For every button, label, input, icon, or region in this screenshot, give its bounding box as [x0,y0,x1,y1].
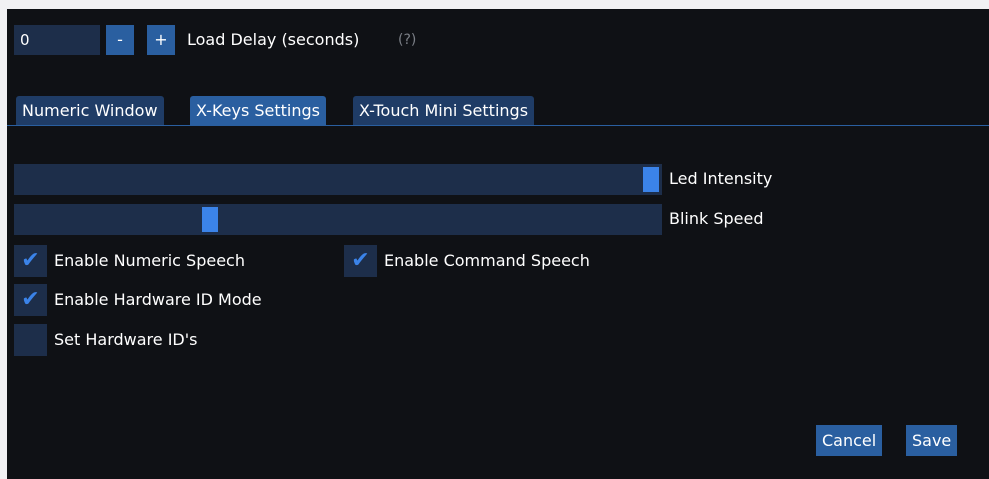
load-delay-increment-button[interactable]: + [147,25,175,55]
load-delay-input[interactable]: 0 [14,25,100,55]
tab-bar-underline [7,125,989,126]
enable-numeric-speech-checkbox[interactable]: ✔ [14,245,47,277]
tab-x-keys-settings[interactable]: X-Keys Settings [190,96,326,125]
set-hardware-ids-checkbox[interactable] [14,324,47,356]
set-hardware-ids-label: Set Hardware ID's [54,330,198,349]
enable-command-speech-label: Enable Command Speech [384,251,590,270]
led-intensity-slider[interactable] [14,164,662,195]
tab-x-touch-mini-settings[interactable]: X-Touch Mini Settings [353,96,535,125]
blink-speed-slider-grab[interactable] [202,207,218,232]
checkmark-icon: ✔ [21,287,40,312]
enable-hardware-id-mode-checkbox[interactable]: ✔ [14,284,47,316]
load-delay-label: Load Delay (seconds) [187,30,360,49]
save-button[interactable]: Save [906,425,958,456]
xkeys-settings-window: 0 - + Load Delay (seconds) (?) Numeric W… [7,9,989,479]
led-intensity-label: Led Intensity [669,169,773,188]
checkmark-icon: ✔ [351,248,370,273]
led-intensity-slider-grab[interactable] [643,167,659,192]
enable-command-speech-checkbox[interactable]: ✔ [344,245,377,277]
load-delay-decrement-button[interactable]: - [106,25,134,55]
blink-speed-label: Blink Speed [669,209,764,228]
enable-hardware-id-mode-label: Enable Hardware ID Mode [54,290,262,309]
tab-numeric-window[interactable]: Numeric Window [16,96,164,125]
cancel-button[interactable]: Cancel [816,425,883,456]
load-delay-help-marker[interactable]: (?) [398,25,416,55]
blink-speed-slider[interactable] [14,204,662,235]
enable-numeric-speech-label: Enable Numeric Speech [54,251,245,270]
checkmark-icon: ✔ [21,248,40,273]
